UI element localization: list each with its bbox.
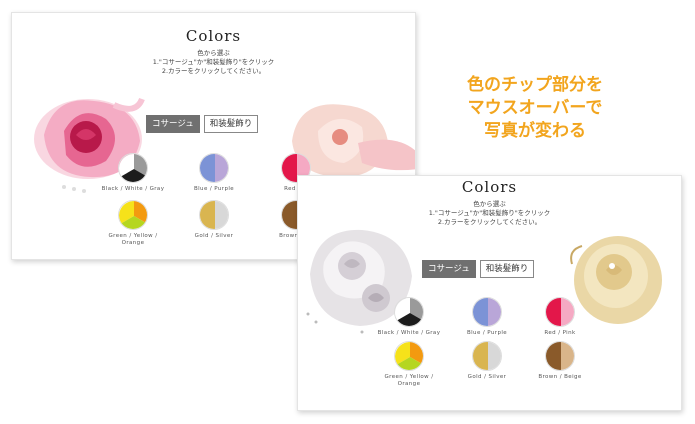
blue-purple-swatch-icon	[199, 153, 229, 183]
instruction-heading: 色から選ぶ	[197, 49, 230, 57]
green-yellow-orange-swatch-icon	[394, 341, 424, 371]
tab-japanese-hair-ornament[interactable]: 和装髪飾り	[479, 260, 535, 278]
brown-beige-swatch-icon	[545, 341, 575, 371]
black-white-gray-swatch-icon	[394, 297, 424, 327]
color-chip-gold-silver[interactable]: Gold / Silver	[455, 341, 519, 381]
instructions: 色から選ぶ 1."コサージュ"か"和装髪飾り"をクリック 2.カラーをクリックし…	[12, 49, 415, 76]
chip-label: Gold / Silver	[467, 374, 507, 380]
chip-label: Gold / Silver	[194, 233, 234, 239]
category-tabs: コサージュ 和装髪飾り	[422, 260, 535, 278]
green-yellow-orange-swatch-icon	[118, 200, 148, 230]
color-chip-brown-beige[interactable]: Brown / Beige	[528, 341, 592, 381]
black-white-gray-swatch-icon	[118, 153, 148, 183]
gold-silver-swatch-icon	[199, 200, 229, 230]
chip-label: Black / White / Gray	[101, 186, 165, 192]
callout-line-3: 写真が変わる	[484, 121, 586, 141]
chip-label: Green / Yellow / Orange	[384, 374, 434, 387]
chip-label: Brown / Beige	[538, 374, 582, 380]
gold-silver-swatch-icon	[472, 341, 502, 371]
panel-title: Colors	[185, 27, 242, 45]
tab-corsage[interactable]: コサージュ	[422, 260, 476, 278]
category-tabs: コサージュ 和装髪飾り	[146, 115, 259, 133]
callout-text: 色のチップ部分を マウスオーバーで 写真が変わる	[430, 74, 640, 143]
color-chip-gold-silver[interactable]: Gold / Silver	[182, 200, 246, 240]
color-chip-red-pink[interactable]: Red / Pink	[528, 297, 592, 337]
color-chip-black-white-gray[interactable]: Black / White / Gray	[101, 153, 165, 193]
chip-label: Blue / Purple	[466, 330, 508, 336]
color-chip-blue-purple[interactable]: Blue / Purple	[455, 297, 519, 337]
tab-japanese-hair-ornament[interactable]: 和装髪飾り	[203, 115, 259, 133]
color-chip-blue-purple[interactable]: Blue / Purple	[182, 153, 246, 193]
instruction-heading: 色から選ぶ	[473, 200, 506, 208]
red-pink-swatch-icon	[545, 297, 575, 327]
color-chip-green-yellow-orange[interactable]: Green / Yellow / Orange	[377, 341, 441, 388]
chip-label: Black / White / Gray	[377, 330, 441, 336]
blue-purple-swatch-icon	[472, 297, 502, 327]
chip-label: Blue / Purple	[193, 186, 235, 192]
color-picker-panel-front: Colors 色から選ぶ 1."コサージュ"か"和装髪飾り"をクリック 2.カラ…	[297, 175, 682, 411]
callout-line-2: マウスオーバーで	[467, 98, 603, 118]
panel-title: Colors	[461, 178, 518, 196]
chip-label: Green / Yellow / Orange	[108, 233, 158, 246]
color-chip-green-yellow-orange[interactable]: Green / Yellow / Orange	[101, 200, 165, 247]
tab-corsage[interactable]: コサージュ	[146, 115, 200, 133]
instruction-step-1: 1."コサージュ"か"和装髪飾り"をクリック	[152, 58, 275, 66]
chip-label: Red / Pink	[544, 330, 576, 336]
color-chip-black-white-gray[interactable]: Black / White / Gray	[377, 297, 441, 337]
callout-line-1: 色のチップ部分を	[467, 75, 603, 95]
